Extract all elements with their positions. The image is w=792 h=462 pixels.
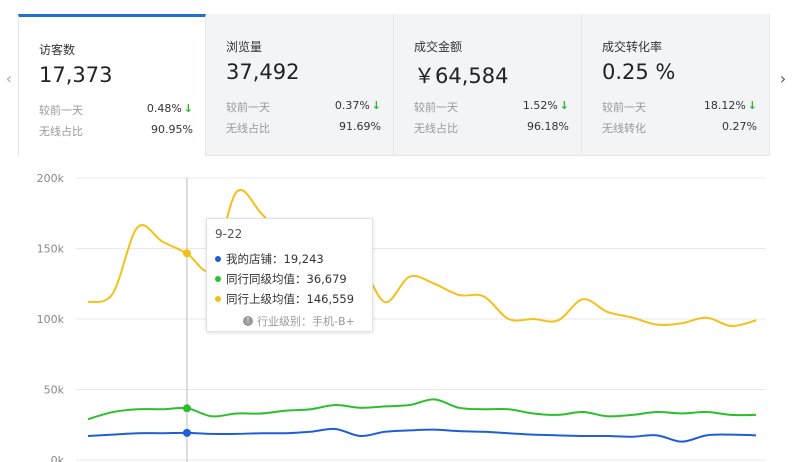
wireless-label: 无线占比	[39, 125, 83, 138]
metric-wireless-row: 无线占比 91.69%	[226, 120, 381, 136]
metric-value: 0.25 %	[602, 60, 676, 84]
compare-label: 较前一天	[226, 101, 270, 114]
wireless-label: 无线转化	[602, 122, 646, 135]
tooltip-row-peer-upper-level: 同行上级均值：146,559	[215, 291, 354, 307]
metric-tabs: 访客数 17,373 较前一天 0.48% ↓ 无线占比 90.95% 浏览量 3…	[18, 0, 770, 157]
metric-wireless-row: 无线转化 0.27%	[602, 120, 757, 136]
tooltip-date: 9-22	[215, 227, 243, 241]
y-tick-label: 100k	[37, 313, 65, 326]
tab-conversion-rate[interactable]: 成交转化率 0.25 % 较前一天 18.12% ↓ 无线转化 0.27%	[582, 14, 770, 156]
tab-pageviews[interactable]: 浏览量 37,492 较前一天 0.37% ↓ 无线占比 91.69%	[206, 14, 394, 156]
trend-line-chart[interactable]: 200k 150k 100k 50k 0k	[0, 157, 792, 462]
trend-down-icon: ↓	[559, 99, 569, 112]
tooltip-row-label: 同行同级均值：36,679	[226, 272, 347, 286]
tab-visitors[interactable]: 访客数 17,373 较前一天 0.48% ↓ 无线占比 90.95%	[18, 14, 206, 156]
compare-value: 18.12%	[703, 99, 746, 112]
metric-compare-row: 较前一天 0.37% ↓	[226, 99, 381, 115]
metric-compare-row: 较前一天 0.48% ↓	[39, 102, 193, 118]
trend-down-icon: ↓	[183, 102, 193, 115]
industry-level-text: 行业级别：手机-B+	[257, 315, 355, 328]
tooltip-row-label: 同行上级均值：146,559	[226, 292, 355, 306]
highlight-point-1[interactable]	[182, 404, 191, 413]
compare-value: 0.37%	[334, 99, 370, 112]
series-dot	[215, 295, 221, 302]
trend-down-icon: ↓	[747, 99, 757, 112]
wireless-label: 无线占比	[226, 122, 270, 135]
metric-title: 浏览量	[226, 40, 263, 54]
metric-value: 17,373	[39, 63, 113, 87]
wireless-label: 无线占比	[414, 122, 458, 135]
compare-label: 较前一天	[39, 104, 83, 117]
highlight-point-0[interactable]	[182, 249, 191, 258]
highlight-point-2[interactable]	[182, 428, 191, 437]
tooltip-row-peer-same-level: 同行同级均值：36,679	[215, 271, 347, 287]
series-dot	[215, 275, 221, 282]
metric-wireless-row: 无线占比 96.18%	[414, 120, 569, 136]
info-icon: !	[243, 316, 253, 326]
wireless-value: 90.95%	[151, 123, 193, 136]
previous-arrow-icon[interactable]: ‹	[0, 0, 18, 157]
tooltip-footer: ! 行业级别：手机-B+	[243, 313, 355, 329]
tab-sales-amount[interactable]: 成交金额 ￥64,584 较前一天 1.52% ↓ 无线占比 96.18%	[394, 14, 582, 156]
wireless-value: 0.27%	[722, 120, 757, 133]
tooltip-row-label: 我的店铺：19,243	[226, 252, 324, 266]
metric-value: ￥64,584	[414, 64, 509, 88]
series-line-0[interactable]	[87, 189, 757, 328]
y-tick-label: 150k	[37, 243, 65, 256]
y-tick-label: 0k	[51, 454, 65, 462]
trend-down-icon: ↓	[371, 99, 381, 112]
metric-compare-row: 较前一天 18.12% ↓	[602, 99, 757, 115]
metric-title: 成交转化率	[602, 40, 663, 54]
metric-title: 访客数	[39, 43, 76, 57]
compare-label: 较前一天	[602, 101, 646, 114]
chart-tooltip: 9-22 我的店铺：19,243 同行同级均值：36,679 同行上级均值：14…	[206, 218, 373, 332]
y-tick-label: 50k	[44, 384, 65, 397]
y-tick-label: 200k	[37, 172, 65, 185]
metric-compare-row: 较前一天 1.52% ↓	[414, 99, 569, 115]
series-dot	[215, 255, 221, 262]
next-arrow-icon[interactable]: ›	[774, 0, 792, 157]
wireless-value: 96.18%	[527, 120, 569, 133]
tooltip-row-my-store: 我的店铺：19,243	[215, 251, 324, 267]
metric-title: 成交金额	[414, 40, 463, 54]
wireless-value: 91.69%	[339, 120, 381, 133]
metric-value: 37,492	[226, 60, 300, 84]
metric-wireless-row: 无线占比 90.95%	[39, 123, 193, 139]
compare-value: 0.48%	[146, 102, 182, 115]
compare-value: 1.52%	[522, 99, 558, 112]
compare-label: 较前一天	[414, 101, 458, 114]
